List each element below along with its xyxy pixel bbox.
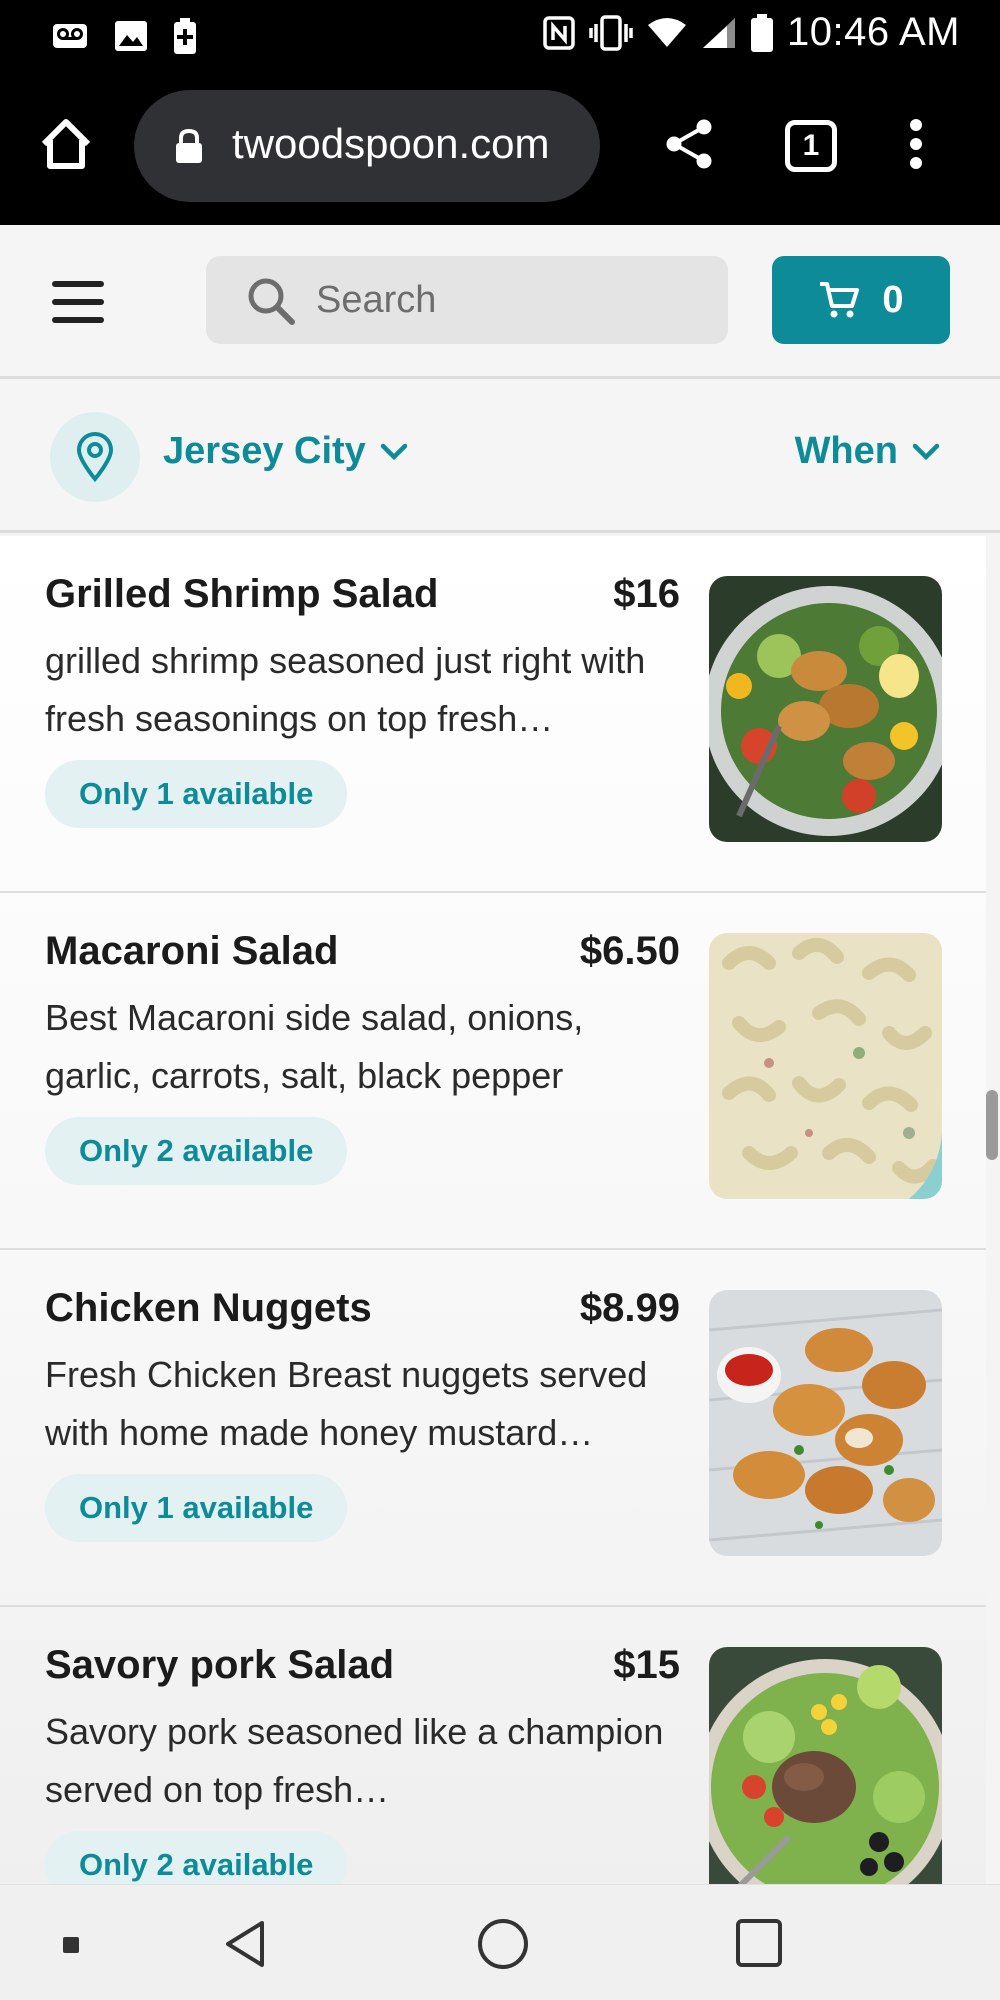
city-selector[interactable]: Jersey City — [163, 430, 408, 473]
item-description: Best Macaroni side salad, onions, garlic… — [45, 997, 584, 1096]
search-input[interactable] — [316, 270, 696, 330]
item-name: Savory pork Salad — [45, 1643, 395, 1687]
status-bar: 10:46 AM — [0, 0, 1000, 68]
home-nav-icon[interactable] — [478, 1919, 528, 1969]
macaroni-salad-photo[interactable] — [709, 933, 942, 1199]
availability-badge: Only 2 available — [45, 1831, 348, 1884]
chevron-down-icon — [380, 443, 408, 460]
share-icon[interactable] — [664, 118, 714, 170]
menu-list: Grilled Shrimp Salad $16 grilled shrimp … — [0, 536, 986, 1884]
city-label: Jersey City — [163, 430, 366, 472]
menu-item[interactable]: Savory pork Salad $15 Savory pork season… — [0, 1607, 986, 1884]
site-header: 0 — [0, 225, 1000, 379]
item-name: Grilled Shrimp Salad — [45, 572, 439, 616]
search-icon — [248, 278, 295, 325]
status-time: 10:46 AM — [786, 10, 960, 54]
when-label: When — [794, 430, 898, 472]
item-description: grilled shrimp seasoned just right with … — [45, 640, 646, 739]
item-price: $6.50 — [579, 929, 680, 973]
item-description: Fresh Chicken Breast nuggets served with… — [45, 1354, 648, 1453]
item-description: Savory pork seasoned like a champion ser… — [45, 1711, 664, 1810]
status-notifications — [52, 18, 196, 54]
nav-indicator-icon — [63, 1937, 79, 1953]
vibrate-icon — [589, 14, 633, 51]
item-name: Chicken Nuggets — [45, 1286, 372, 1330]
hamburger-line — [52, 317, 104, 323]
menu-item[interactable]: Grilled Shrimp Salad $16 grilled shrimp … — [0, 536, 986, 893]
address-bar[interactable]: twoodspoon.com — [134, 90, 600, 202]
battery-icon — [750, 13, 773, 52]
availability-badge: Only 2 available — [45, 1117, 348, 1185]
back-icon[interactable] — [222, 1919, 268, 1969]
recent-apps-icon[interactable] — [736, 1919, 782, 1967]
lock-icon — [176, 128, 202, 163]
item-price: $16 — [613, 572, 680, 616]
hamburger-line — [52, 299, 104, 305]
tab-switcher-button[interactable]: 1 — [785, 120, 837, 172]
grilled-shrimp-salad-photo[interactable] — [709, 576, 942, 842]
cart-count: 0 — [882, 278, 904, 321]
availability-badge: Only 1 available — [45, 1474, 348, 1542]
more-vert-icon[interactable] — [906, 118, 926, 170]
status-indicators: 10:46 AM — [543, 10, 960, 55]
cart-icon — [820, 282, 860, 318]
nfc-icon — [543, 15, 575, 50]
system-nav-bar — [0, 1884, 1000, 2000]
hamburger-menu-icon[interactable] — [52, 281, 104, 323]
browser-toolbar: twoodspoon.com 1 — [0, 68, 1000, 225]
signal-icon — [702, 17, 735, 48]
cart-button[interactable]: 0 — [772, 256, 950, 344]
availability-badge: Only 1 available — [45, 760, 348, 828]
image-icon — [115, 21, 147, 51]
wifi-icon — [647, 17, 686, 47]
scrollbar-thumb[interactable] — [986, 1090, 998, 1160]
home-icon[interactable] — [38, 116, 94, 172]
search-box[interactable] — [206, 256, 728, 344]
item-price: $15 — [613, 1643, 680, 1687]
item-price: $8.99 — [579, 1286, 680, 1330]
tab-count: 1 — [802, 129, 820, 162]
hamburger-line — [52, 281, 104, 287]
location-pin-icon — [50, 412, 140, 502]
menu-item[interactable]: Chicken Nuggets $8.99 Fresh Chicken Brea… — [0, 1250, 986, 1607]
location-bar: Jersey City When — [0, 382, 1000, 533]
savory-pork-salad-photo[interactable] — [709, 1647, 942, 1884]
url-text: twoodspoon.com — [232, 120, 550, 167]
menu-item[interactable]: Macaroni Salad $6.50 Best Macaroni side … — [0, 893, 986, 1250]
chicken-nuggets-photo[interactable] — [709, 1290, 942, 1556]
chevron-down-icon — [912, 443, 940, 460]
voicemail-icon — [53, 24, 87, 48]
battery-saver-icon — [174, 18, 196, 54]
item-name: Macaroni Salad — [45, 929, 339, 973]
when-selector[interactable]: When — [795, 430, 940, 473]
